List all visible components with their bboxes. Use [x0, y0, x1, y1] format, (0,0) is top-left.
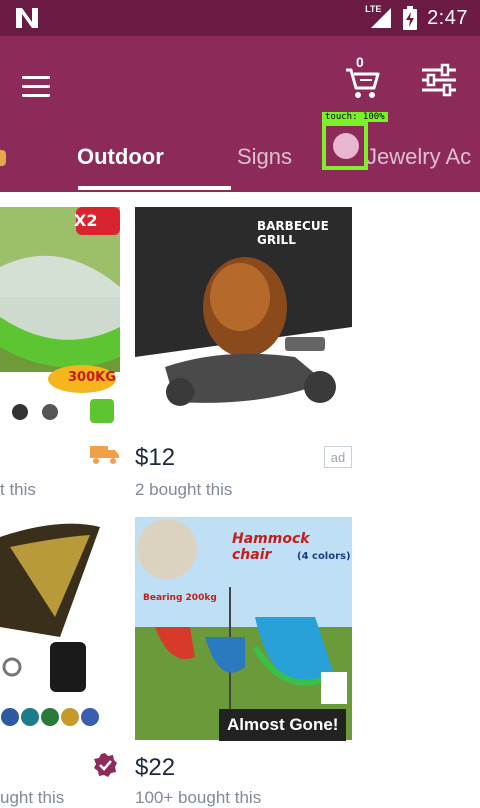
product-image-hammock-bag[interactable]	[0, 517, 110, 735]
status-bar: LTE 2:47	[0, 0, 480, 36]
clock: 2:47	[427, 6, 468, 29]
ad-badge: ad	[324, 446, 352, 468]
product-image-bbq-grill[interactable]: BARBECUE GRILL	[135, 207, 352, 425]
tab-active-indicator	[78, 186, 231, 190]
bought-count: 2 bought this	[135, 480, 233, 499]
battery-charging-icon	[403, 6, 418, 30]
image-note: Bearing 200kg	[143, 593, 217, 603]
tab-signs[interactable]: Signs	[237, 144, 292, 170]
signal-icon: LTE	[365, 4, 393, 30]
product-price: $22	[135, 754, 176, 781]
app-bar: 0 Outdoor Signs Jewelry Ac	[0, 36, 480, 192]
image-text: 300KG	[68, 370, 116, 385]
touch-indicator-label: touch: 100%	[322, 112, 388, 122]
almost-gone-tag: Almost Gone!	[219, 709, 347, 741]
image-subtitle: (4 colors)	[297, 551, 351, 562]
shipping-truck-icon	[90, 446, 119, 464]
bought-count-partial: t this	[0, 480, 36, 499]
verified-seller-icon	[94, 753, 117, 777]
product-image-hammock-net[interactable]: X2 300KG	[0, 207, 120, 425]
bought-count: 100+ bought this	[135, 788, 262, 807]
tab-outdoor[interactable]: Outdoor	[77, 144, 164, 170]
android-n-icon	[16, 8, 38, 28]
bought-count-partial: ught this	[0, 788, 65, 807]
image-title: BARBECUE GRILL	[257, 219, 329, 247]
tab-jewelry[interactable]: Jewelry Ac	[366, 144, 471, 170]
category-tabs: Outdoor Signs Jewelry Ac	[0, 136, 480, 192]
product-image-hammock-chair[interactable]: Hammock chair (4 colors) Bearing 200kg	[135, 517, 352, 740]
touch-indicator	[322, 122, 368, 170]
image-badge: X2	[74, 211, 98, 230]
tab-icon-partial	[0, 150, 6, 166]
cart-count-badge: 0	[356, 54, 364, 70]
menu-icon[interactable]	[22, 66, 62, 106]
filter-settings-icon[interactable]	[418, 62, 460, 98]
product-price: $12	[135, 444, 176, 471]
